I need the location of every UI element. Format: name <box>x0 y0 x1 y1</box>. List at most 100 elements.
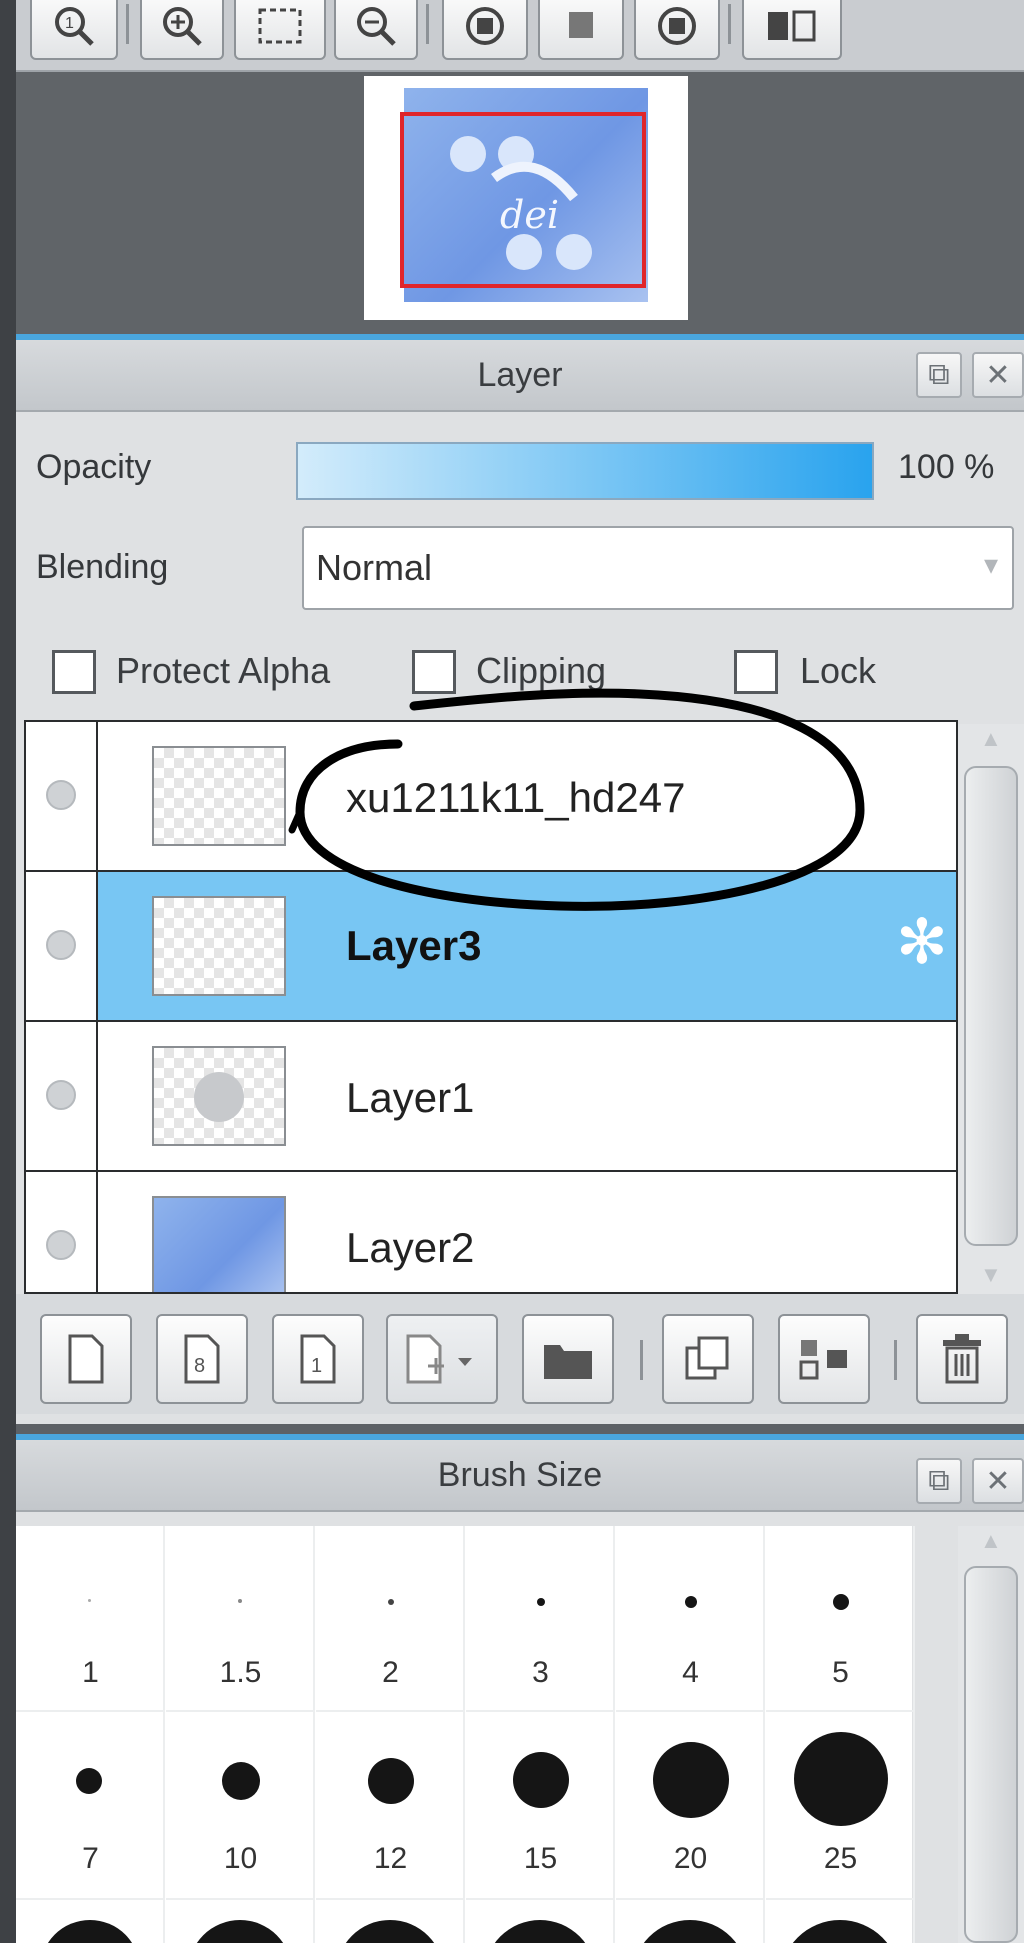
delete-layer-button[interactable] <box>916 1314 1008 1404</box>
new-1bit-layer-button[interactable]: 1 <box>272 1314 364 1404</box>
brush-size-cell[interactable] <box>766 1900 915 1943</box>
brush-size-cell[interactable] <box>166 1900 315 1943</box>
gear-icon[interactable]: ✻ <box>896 912 948 974</box>
layer-row[interactable]: xu1211k11_hd247 <box>26 722 956 872</box>
brush-dot <box>388 1599 394 1605</box>
brush-dot <box>632 1920 748 1943</box>
zoom-out-button[interactable] <box>334 0 418 60</box>
brush-size-cell[interactable]: 15 <box>466 1712 615 1900</box>
zoom-in-icon <box>163 7 202 46</box>
fit-window-icon <box>258 8 302 44</box>
layer-thumbnail <box>152 746 286 846</box>
brush-dot <box>513 1752 569 1808</box>
rotate-right-icon <box>658 7 696 45</box>
trash-icon <box>943 1334 981 1384</box>
brush-size-cell[interactable]: 7 <box>16 1712 165 1900</box>
brush-size-cell[interactable]: 1 <box>16 1526 165 1712</box>
brush-dot <box>188 1920 292 1943</box>
layer-row[interactable]: Layer2 <box>26 1172 956 1292</box>
rotate-left-button[interactable] <box>442 0 528 60</box>
new-folder-button[interactable] <box>522 1314 614 1404</box>
brush-size-cell[interactable]: 4 <box>616 1526 765 1712</box>
zoom-in-button[interactable] <box>140 0 224 60</box>
layer-row-selected[interactable]: Layer3 ✻ <box>26 872 956 1022</box>
visibility-icon <box>46 1230 76 1260</box>
brush-size-label: 4 <box>682 1656 699 1689</box>
brush-size-cell[interactable] <box>616 1900 765 1943</box>
zoom-actual-button[interactable]: 1 <box>30 0 118 60</box>
layer-scroll-thumb[interactable] <box>964 766 1018 1246</box>
visibility-icon <box>46 930 76 960</box>
rotate-left-icon <box>466 7 504 45</box>
brush-dot <box>484 1920 596 1943</box>
layer-name: Layer3 <box>346 922 482 969</box>
chevron-down-icon: ▾ <box>983 549 998 580</box>
lock-checkbox[interactable] <box>734 650 778 694</box>
brush-size-cell[interactable]: 1.5 <box>166 1526 315 1712</box>
flip-horizontal-button[interactable] <box>742 0 842 60</box>
visibility-cell[interactable] <box>26 1022 98 1170</box>
brush-dot <box>833 1594 849 1610</box>
close-panel-icon[interactable]: ✕ <box>972 1458 1024 1504</box>
brush-size-cell[interactable] <box>16 1900 165 1943</box>
merge-down-button[interactable] <box>778 1314 870 1404</box>
opacity-label: Opacity <box>36 448 152 486</box>
layer-name: Layer1 <box>346 1074 475 1121</box>
brush-size-cell[interactable]: 12 <box>316 1712 465 1900</box>
visibility-cell[interactable] <box>26 1172 98 1292</box>
fit-window-button[interactable] <box>234 0 326 60</box>
brush-size-label: 5 <box>832 1656 849 1689</box>
lock-label: Lock <box>800 650 877 691</box>
brush-scroll-thumb[interactable] <box>964 1566 1018 1943</box>
brush-size-label: 3 <box>532 1656 549 1689</box>
brush-size-cell[interactable] <box>466 1900 615 1943</box>
brush-size-cell[interactable]: 2 <box>316 1526 465 1712</box>
scroll-up-icon[interactable]: ▲ <box>980 726 1002 752</box>
reset-rotation-button[interactable] <box>538 0 624 60</box>
scroll-down-icon[interactable]: ▼ <box>980 1262 1002 1288</box>
rotate-right-button[interactable] <box>634 0 720 60</box>
brush-size-cell[interactable]: 5 <box>766 1526 915 1712</box>
left-edge-strip <box>0 0 16 1943</box>
clipping-checkbox[interactable] <box>412 650 456 694</box>
flip-horizontal-icon <box>768 10 816 42</box>
layer-row[interactable]: Layer1 <box>26 1022 956 1172</box>
brush-size-cell[interactable]: 25 <box>766 1712 915 1900</box>
scroll-up-icon[interactable]: ▲ <box>980 1528 1002 1554</box>
opacity-slider[interactable] <box>296 442 874 500</box>
brush-size-cell[interactable]: 10 <box>166 1712 315 1900</box>
brush-size-cell[interactable]: 3 <box>466 1526 615 1712</box>
folder-icon <box>544 1345 592 1379</box>
protect-alpha-checkbox[interactable] <box>52 650 96 694</box>
close-panel-icon[interactable]: ✕ <box>972 352 1024 398</box>
brush-dot <box>238 1599 242 1603</box>
brush-size-label: 12 <box>373 1842 408 1875</box>
layer-toolbar: 8 1 <box>16 1294 1024 1414</box>
duplicate-layer-button[interactable] <box>662 1314 754 1404</box>
popout-icon[interactable]: ⧉ <box>916 352 962 398</box>
navigator-view-frame[interactable] <box>400 112 646 288</box>
popout-icon[interactable]: ⧉ <box>916 1458 962 1504</box>
blending-select[interactable]: Normal ▾ <box>302 526 1014 610</box>
new-8bit-layer-button[interactable]: 8 <box>156 1314 248 1404</box>
brush-dot <box>537 1598 545 1606</box>
brush-size-label: 25 <box>823 1842 858 1875</box>
brush-size-cell[interactable] <box>316 1900 465 1943</box>
brush-size-label: 20 <box>673 1842 708 1875</box>
new-layer-button[interactable] <box>40 1314 132 1404</box>
brush-dot <box>76 1768 102 1794</box>
zoom-out-icon <box>357 7 396 46</box>
visibility-cell[interactable] <box>26 722 98 870</box>
visibility-cell[interactable] <box>26 872 98 1020</box>
add-layer-menu-button[interactable] <box>386 1314 498 1404</box>
brush-dot <box>780 1920 900 1943</box>
new-page-icon <box>68 1334 104 1384</box>
magnifier-one-icon: 1 <box>55 7 94 46</box>
reset-rotation-icon <box>569 12 593 38</box>
brush-size-cell[interactable]: 20 <box>616 1712 765 1900</box>
svg-text:8: 8 <box>194 1355 205 1377</box>
navigator-toolbar: 1 <box>16 0 1024 72</box>
layer-list: xu1211k11_hd247 Layer3 ✻ Layer1 Layer2 <box>24 720 958 1294</box>
layer-thumbnail <box>152 1196 286 1292</box>
clipping-label: Clipping <box>476 650 607 691</box>
